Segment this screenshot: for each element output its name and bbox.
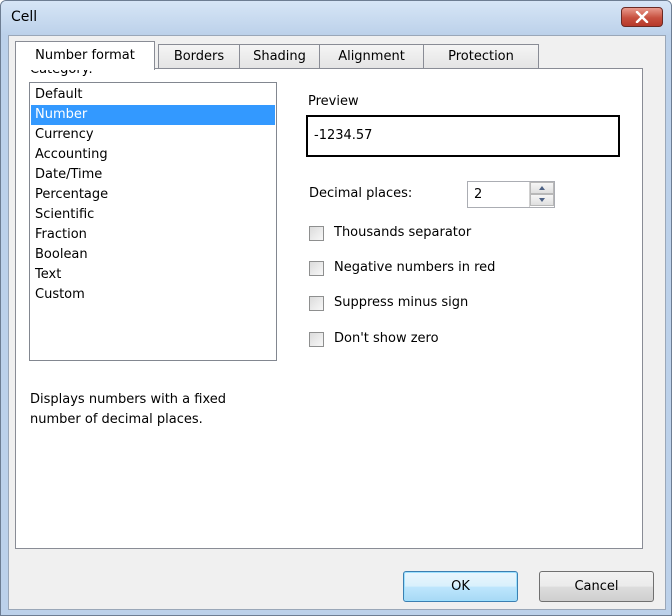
tab-protection[interactable]: Protection [423, 44, 539, 69]
cancel-button[interactable]: Cancel [539, 571, 654, 602]
tab-borders[interactable]: Borders [158, 44, 240, 69]
ok-button[interactable]: OK [403, 571, 518, 602]
dont-show-zero-checkbox[interactable] [309, 332, 324, 347]
tab-shading-label: Shading [253, 49, 306, 64]
preview-label: Preview [308, 94, 359, 109]
suppress-minus-label[interactable]: Suppress minus sign [334, 295, 468, 310]
close-button[interactable] [621, 7, 663, 27]
arrow-up-icon [539, 186, 545, 190]
spin-down-button[interactable] [530, 194, 554, 206]
negative-red-checkbox[interactable] [309, 261, 324, 276]
negative-red-label[interactable]: Negative numbers in red [334, 260, 495, 275]
spin-up-button[interactable] [530, 182, 554, 194]
list-item-selected[interactable]: Number [31, 105, 275, 125]
decimal-places-label: Decimal places: [309, 186, 413, 201]
window-title: Cell [11, 9, 38, 25]
preview-value: -1234.57 [314, 128, 373, 143]
preview-box: -1234.57 [306, 115, 620, 157]
tab-alignment[interactable]: Alignment [319, 44, 424, 69]
tab-borders-label: Borders [173, 49, 225, 64]
list-item[interactable]: Accounting [31, 145, 275, 165]
decimal-places-spinner[interactable]: 2 [467, 181, 555, 208]
spinner-buttons [529, 182, 554, 207]
dont-show-zero-label[interactable]: Don't show zero [334, 331, 439, 346]
list-item[interactable]: Default [31, 85, 275, 105]
list-item[interactable]: Custom [31, 285, 275, 305]
list-item[interactable]: Currency [31, 125, 275, 145]
list-item[interactable]: Scientific [31, 205, 275, 225]
tab-shading[interactable]: Shading [239, 44, 320, 69]
list-item[interactable]: Fraction [31, 225, 275, 245]
list-item[interactable]: Percentage [31, 185, 275, 205]
tab-alignment-label: Alignment [338, 49, 405, 64]
dialog-window: Cell Number format Borders Shading Align… [0, 0, 672, 616]
title-bar[interactable]: Cell [1, 1, 671, 35]
ok-button-label: OK [451, 579, 470, 594]
suppress-minus-checkbox[interactable] [309, 296, 324, 311]
thousands-separator-label[interactable]: Thousands separator [334, 225, 471, 240]
category-description-line-1: Displays numbers with a fixed [30, 392, 227, 407]
arrow-down-icon [539, 198, 545, 202]
list-item[interactable]: Boolean [31, 245, 275, 265]
decimal-places-value[interactable]: 2 [474, 187, 482, 202]
tab-number-format-label: Number format [35, 48, 135, 63]
list-item[interactable]: Date/Time [31, 165, 275, 185]
list-item[interactable]: Text [31, 265, 275, 285]
category-description-line-2: number of decimal places. [30, 412, 203, 427]
tab-number-format[interactable]: Number format [15, 41, 155, 70]
category-listbox[interactable]: Default Number Currency Accounting Date/… [29, 82, 277, 361]
close-icon [635, 11, 649, 23]
thousands-separator-checkbox[interactable] [309, 226, 324, 241]
tab-protection-label: Protection [448, 49, 514, 64]
cancel-button-label: Cancel [574, 579, 619, 594]
